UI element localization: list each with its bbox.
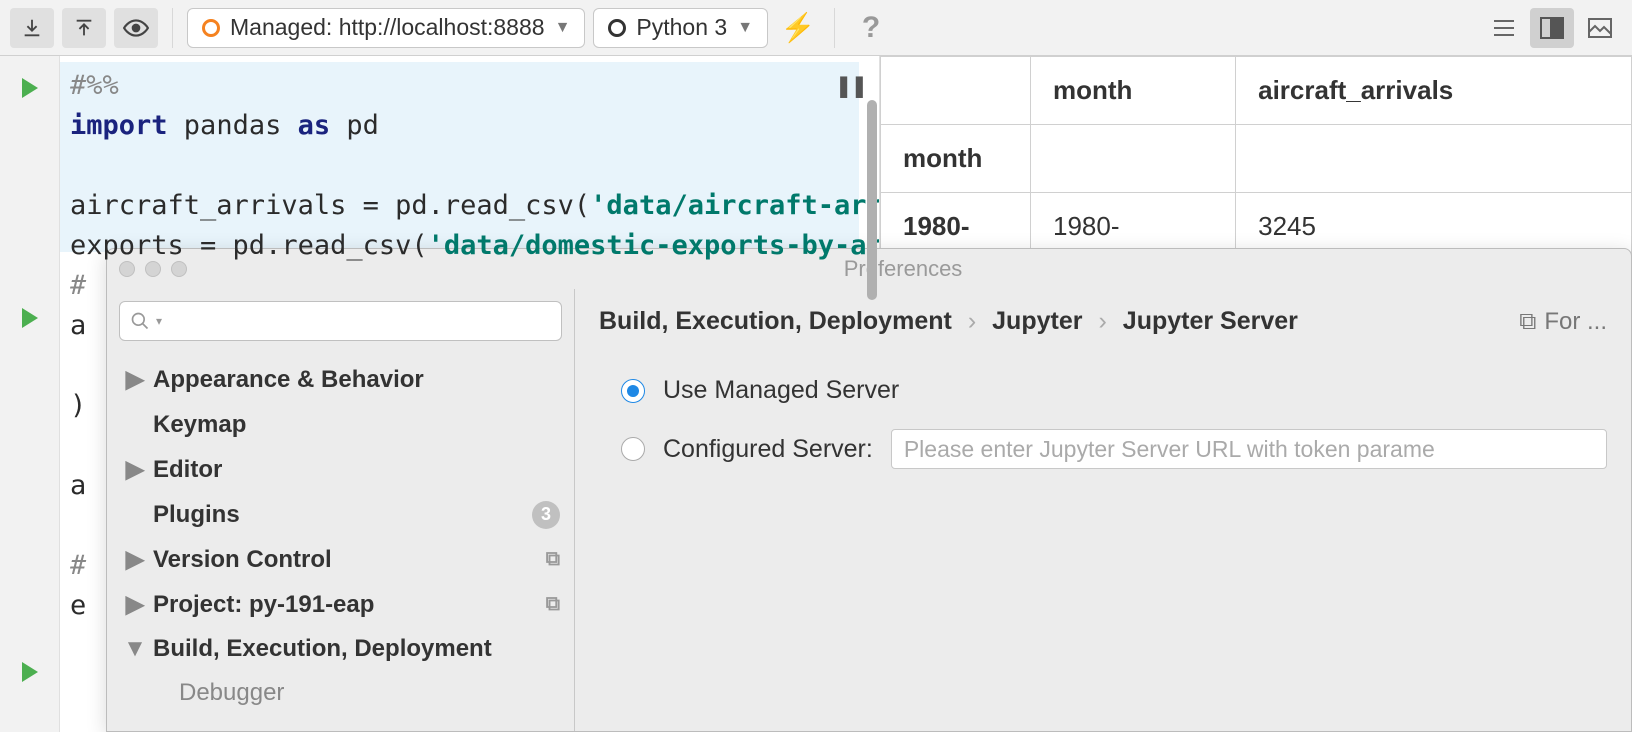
code-text: aircraft_arrivals = pd.read_csv( bbox=[70, 190, 590, 221]
view-columns-button[interactable] bbox=[1530, 8, 1574, 48]
bolt-button[interactable]: ⚡ bbox=[776, 8, 820, 48]
pause-button[interactable]: ❚❚ bbox=[836, 66, 867, 106]
chevron-down-icon: ▼ bbox=[555, 19, 571, 37]
tree-item-build[interactable]: ▼ Build, Execution, Deployment bbox=[107, 627, 574, 671]
view-list-button[interactable] bbox=[1482, 8, 1526, 48]
breadcrumb-segment[interactable]: Jupyter bbox=[992, 307, 1082, 336]
view-image-button[interactable] bbox=[1578, 8, 1622, 48]
play-icon bbox=[22, 662, 38, 682]
toolbar-divider bbox=[834, 8, 835, 48]
editor-gutter bbox=[0, 56, 60, 732]
run-cell-button[interactable] bbox=[0, 70, 59, 106]
column-header: aircraft_arrivals bbox=[1236, 57, 1632, 125]
index-header: month bbox=[881, 125, 1031, 193]
code-text: pd bbox=[330, 110, 379, 141]
code-text: as bbox=[298, 110, 331, 141]
table-header-row: month aircraft_arrivals bbox=[881, 57, 1632, 125]
tree-item-debugger[interactable]: Debugger bbox=[107, 671, 574, 715]
server-label: Managed: http://localhost:8888 bbox=[230, 14, 545, 41]
dataframe-table: month aircraft_arrivals month 1980- 1980… bbox=[880, 56, 1632, 261]
bolt-icon: ⚡ bbox=[781, 11, 816, 44]
play-icon bbox=[22, 308, 38, 328]
kernel-select[interactable]: Python 3 ▼ bbox=[593, 8, 768, 48]
help-icon: ? bbox=[862, 11, 880, 45]
server-select[interactable]: Managed: http://localhost:8888 ▼ bbox=[187, 8, 585, 48]
project-scope-icon: ⧉ bbox=[1519, 308, 1536, 336]
code-text: a bbox=[70, 470, 86, 501]
kernel-label: Python 3 bbox=[636, 14, 727, 41]
main-toolbar: Managed: http://localhost:8888 ▼ Python … bbox=[0, 0, 1632, 56]
play-icon bbox=[22, 78, 38, 98]
code-text: #%% bbox=[70, 70, 119, 101]
collapse-icon: ▼ bbox=[127, 635, 143, 663]
chevron-down-icon: ▼ bbox=[737, 19, 753, 37]
column-header: month bbox=[1031, 57, 1236, 125]
code-text: exports = pd.read_csv( bbox=[70, 230, 428, 261]
jupyter-icon bbox=[202, 19, 220, 37]
code-text: pandas bbox=[168, 110, 298, 141]
toolbar-divider bbox=[172, 8, 173, 48]
code-text: 'data/domestic-exports-by-are bbox=[428, 230, 879, 261]
breadcrumb-segment: Jupyter Server bbox=[1123, 307, 1298, 336]
code-text: import bbox=[70, 110, 168, 141]
code-text: a bbox=[70, 310, 86, 341]
chevron-right-icon: › bbox=[1098, 307, 1106, 336]
table-row: month bbox=[881, 125, 1632, 193]
toolbar-right bbox=[1482, 8, 1622, 48]
download-button[interactable] bbox=[10, 8, 54, 48]
scrollbar-thumb[interactable] bbox=[867, 100, 877, 300]
code-text: e bbox=[70, 590, 86, 621]
code-text: ) bbox=[70, 390, 86, 421]
code-text: 'data/aircraft-arri bbox=[590, 190, 879, 221]
code-text: # bbox=[70, 270, 86, 301]
preview-button[interactable] bbox=[114, 8, 158, 48]
run-cell-button[interactable] bbox=[0, 654, 59, 690]
scope-selector[interactable]: ⧉ For ... bbox=[1519, 308, 1607, 336]
upload-button[interactable] bbox=[62, 8, 106, 48]
code-text: # bbox=[70, 550, 86, 581]
server-url-input[interactable]: Please enter Jupyter Server URL with tok… bbox=[891, 429, 1607, 469]
help-button[interactable]: ? bbox=[849, 8, 893, 48]
chevron-right-icon: › bbox=[968, 307, 976, 336]
run-cell-button[interactable] bbox=[0, 300, 59, 336]
python-icon bbox=[608, 19, 626, 37]
